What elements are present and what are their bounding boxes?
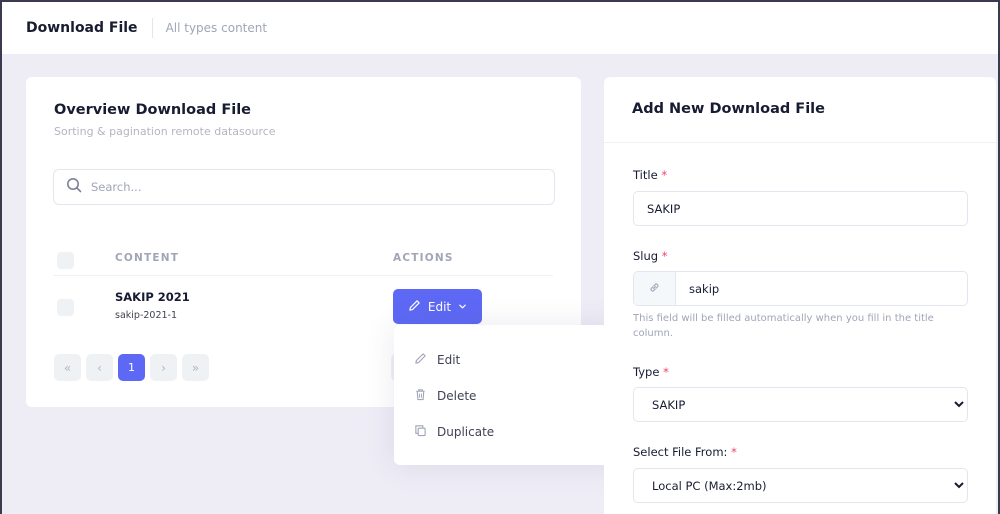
column-header-content[interactable]: CONTENT <box>115 252 179 264</box>
pagination-next-button[interactable]: › <box>150 354 177 381</box>
file-source-select[interactable]: Local PC (Max:2mb) <box>634 469 967 502</box>
menu-item-edit[interactable]: Edit <box>414 352 460 368</box>
pencil-icon <box>414 352 427 368</box>
add-download-file-card: Add New Download File Title * Slug * Thi… <box>604 77 996 514</box>
menu-item-duplicate-label: Duplicate <box>437 425 495 439</box>
table-header-divider <box>53 275 553 276</box>
row-content-slug: sakip-2021-1 <box>115 310 178 321</box>
menu-item-edit-label: Edit <box>437 353 461 367</box>
pagination-first-button[interactable]: « <box>54 354 81 381</box>
row-checkbox[interactable] <box>57 299 74 316</box>
pencil-icon <box>408 299 421 315</box>
page-subtitle: All types content <box>165 21 268 35</box>
required-mark: * <box>663 365 669 379</box>
slug-help-text: This field will be filled automatically … <box>633 313 934 339</box>
pagination-prev-button[interactable]: ‹ <box>86 354 113 381</box>
menu-item-delete[interactable]: Delete <box>414 388 476 404</box>
file-source-field-label: Select File From: * <box>633 445 737 459</box>
file-source-field[interactable]: Local PC (Max:2mb) <box>633 468 968 503</box>
trash-icon <box>414 388 427 404</box>
chevron-down-icon <box>458 300 467 314</box>
row-content-title: SAKIP 2021 <box>115 290 190 304</box>
pagination-last-button[interactable]: » <box>182 354 209 381</box>
form-header-divider <box>604 142 996 143</box>
slug-field-label: Slug * <box>633 249 668 263</box>
slug-addon <box>634 272 676 305</box>
slug-field[interactable] <box>633 271 968 306</box>
required-mark: * <box>661 249 668 263</box>
required-mark: * <box>731 445 737 459</box>
select-all-checkbox[interactable] <box>57 252 74 269</box>
title-field-label: Title * <box>633 168 668 182</box>
title-input[interactable] <box>634 192 967 225</box>
menu-item-delete-label: Delete <box>437 389 477 403</box>
overview-subtitle: Sorting & pagination remote datasource <box>54 125 276 138</box>
type-field-label: Type * <box>633 365 669 379</box>
row-actions-edit-button[interactable]: Edit <box>393 289 482 324</box>
top-header: Download File All types content <box>2 2 998 54</box>
column-header-actions: ACTIONS <box>393 252 454 264</box>
slug-input[interactable] <box>676 272 967 305</box>
required-mark: * <box>661 168 668 182</box>
type-select[interactable]: SAKIP <box>634 388 967 421</box>
form-title: Add New Download File <box>632 101 825 117</box>
search-input[interactable] <box>91 180 511 194</box>
menu-item-duplicate[interactable]: Duplicate <box>414 424 494 440</box>
overview-title: Overview Download File <box>54 102 252 118</box>
search-icon <box>66 177 82 197</box>
title-field[interactable] <box>633 191 968 226</box>
actions-dropdown-menu: Edit Delete Duplicate <box>394 325 628 465</box>
copy-icon <box>414 424 427 440</box>
type-field[interactable]: SAKIP <box>633 387 968 422</box>
pagination-page-button[interactable]: 1 <box>118 354 145 381</box>
page-title: Download File <box>26 20 138 36</box>
pagination: « ‹ 1 › » <box>54 354 209 381</box>
header-divider <box>151 18 153 38</box>
link-icon <box>648 279 661 298</box>
edit-button-label: Edit <box>427 299 452 314</box>
search-box[interactable] <box>53 169 555 205</box>
